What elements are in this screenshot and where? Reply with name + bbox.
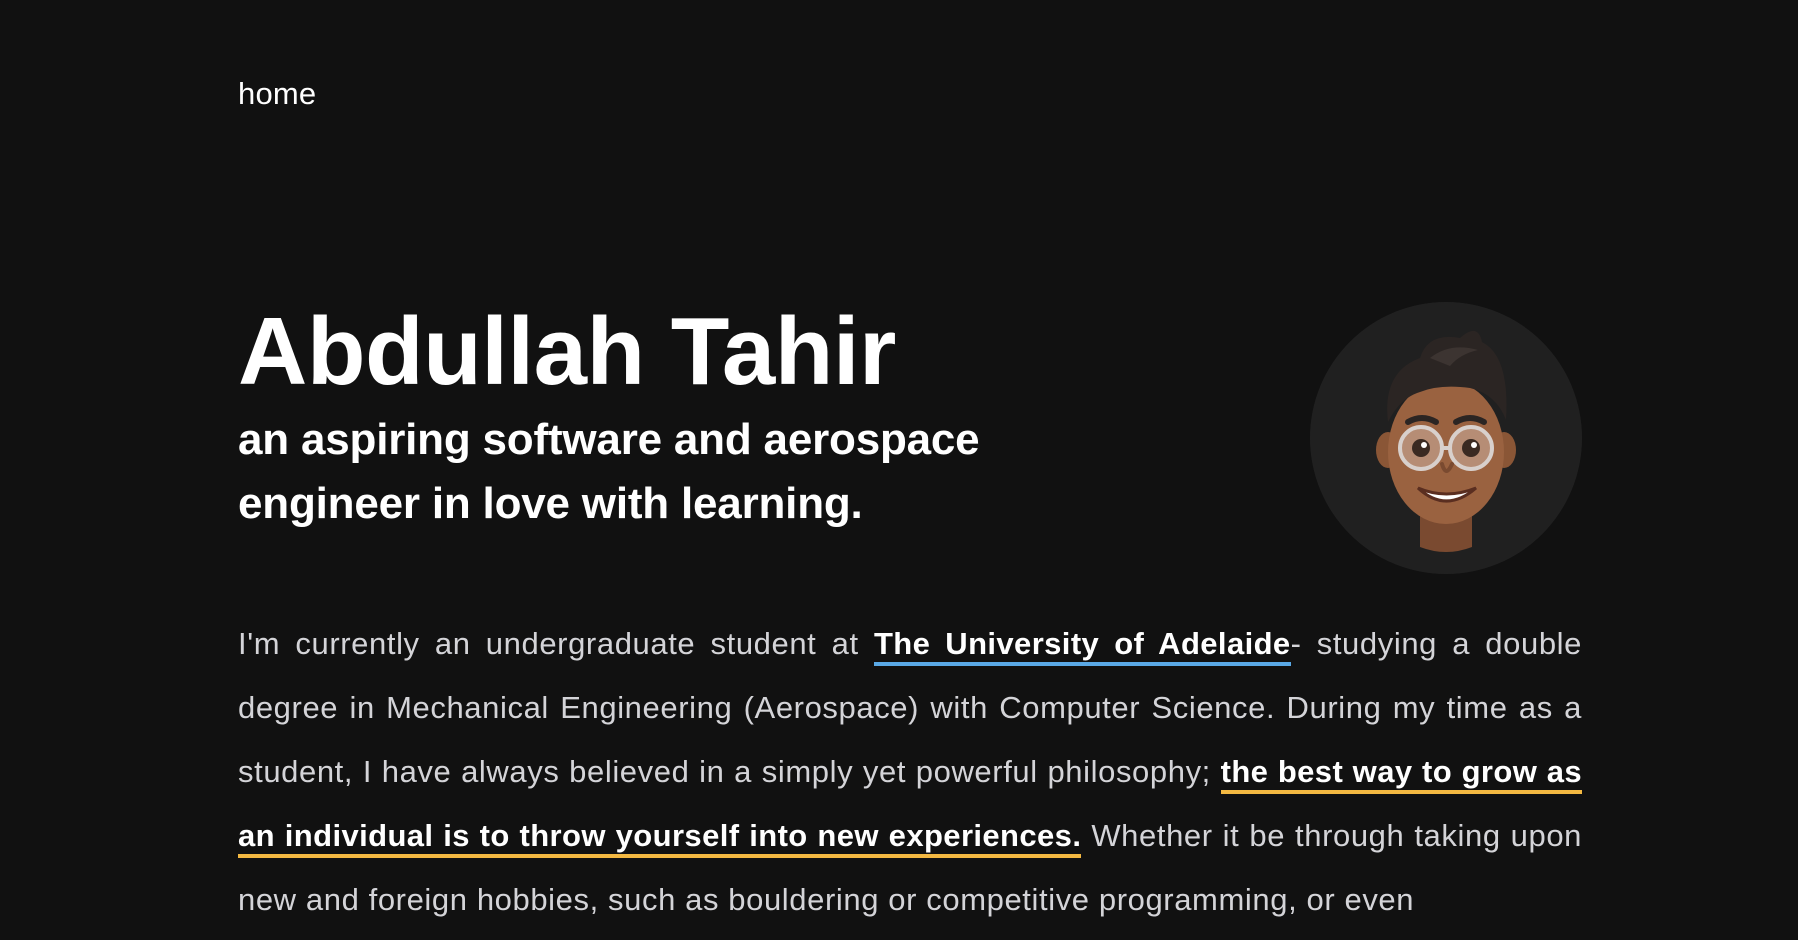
avatar xyxy=(1310,302,1582,574)
top-nav: home xyxy=(238,76,316,112)
university-link[interactable]: The University of Adelaide xyxy=(873,626,1291,666)
memoji-avatar-icon xyxy=(1310,302,1582,574)
home-link[interactable]: home xyxy=(238,76,316,111)
bio-paragraph: I'm currently an undergraduate student a… xyxy=(238,612,1583,932)
bio-text: I'm currently an undergraduate student a… xyxy=(238,626,874,661)
page-subtitle: an aspiring software and aerospace engin… xyxy=(238,415,980,528)
